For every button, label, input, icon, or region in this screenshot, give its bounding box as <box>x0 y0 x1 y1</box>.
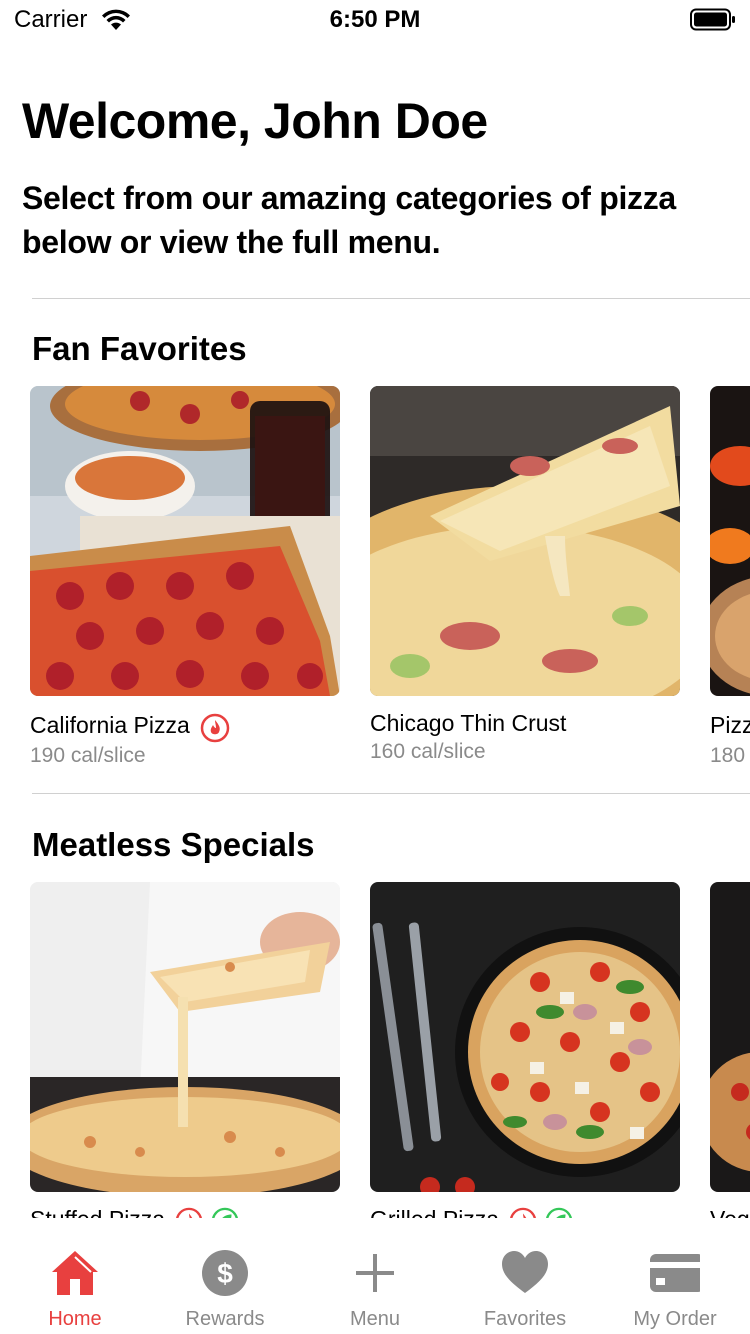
pizza-image <box>30 882 340 1192</box>
tab-menu[interactable]: Menu <box>300 1218 450 1334</box>
vegetarian-icon <box>211 1207 239 1218</box>
welcome-subtitle: Select from our amazing categories of pi… <box>22 180 676 260</box>
house-icon <box>50 1248 100 1298</box>
fan-favorites-carousel[interactable]: California Pizza 190 cal/slice Chicago T… <box>30 386 750 786</box>
pizza-calories: 190 cal/slice <box>30 744 146 767</box>
pizza-card-partial[interactable] <box>710 882 750 1192</box>
pizza-image <box>370 386 680 696</box>
pizza-image <box>710 882 750 1192</box>
pizza-image <box>370 882 680 1192</box>
pizza-name-row: California Pizza <box>30 712 230 742</box>
meatless-specials-carousel[interactable] <box>30 882 750 1220</box>
pizza-calories: 180 <box>710 744 746 767</box>
tab-favorites[interactable]: Favorites <box>450 1218 600 1334</box>
section-title-meatless-specials: Meatless Specials <box>32 826 315 863</box>
pizza-name: California Pizza <box>30 712 190 738</box>
pizza-name: Grilled Pizza <box>370 1206 499 1218</box>
tab-rewards[interactable]: $ Rewards <box>150 1218 300 1334</box>
divider <box>32 298 750 299</box>
pizza-name-row: Stuffed Pizza <box>30 1206 239 1218</box>
plus-icon <box>350 1248 400 1298</box>
pizza-name-row: Pizz <box>710 712 750 739</box>
pizza-name: Pizz <box>710 712 750 738</box>
clock: 6:50 PM <box>329 6 421 33</box>
pizza-name: Stuffed Pizza <box>30 1206 165 1218</box>
section-title-fan-favorites: Fan Favorites <box>32 330 247 367</box>
welcome-title: Welcome, John Doe <box>22 93 488 149</box>
spicy-icon <box>175 1207 203 1218</box>
tab-my-order[interactable]: My Order <box>600 1218 750 1334</box>
tab-home[interactable]: Home <box>0 1218 150 1334</box>
pizza-card-chicago-thin-crust[interactable]: Chicago Thin Crust 160 cal/slice <box>370 386 680 763</box>
pizza-card-stuffed[interactable] <box>30 882 340 1192</box>
tab-label: Menu <box>349 1308 401 1330</box>
tab-label: Home <box>48 1308 102 1330</box>
status-bar: Carrier 6:50 PM <box>0 0 750 40</box>
pizza-calories: 160 cal/slice <box>370 740 486 763</box>
pizza-image <box>710 386 750 696</box>
pizza-image <box>30 386 340 696</box>
tab-label: Rewards <box>185 1308 265 1330</box>
tab-label: My Order <box>633 1308 717 1330</box>
heart-icon <box>500 1248 550 1298</box>
spicy-icon <box>200 713 230 742</box>
pizza-name: Veg <box>710 1206 750 1218</box>
pizza-name-row: Grilled Pizza <box>370 1206 573 1218</box>
meatless-labels-clip: Stuffed Pizza Grilled Pizza Veg <box>30 1206 750 1218</box>
svg-text:$: $ <box>217 1258 233 1289</box>
dollar-circle-icon: $ <box>200 1248 250 1298</box>
divider <box>32 793 750 794</box>
credit-card-icon <box>650 1248 704 1298</box>
pizza-name: Chicago Thin Crust <box>370 710 567 736</box>
tab-label: Favorites <box>483 1308 567 1330</box>
battery-icon <box>690 8 735 31</box>
vegetarian-icon <box>545 1207 573 1218</box>
pizza-card-grilled[interactable] <box>370 882 680 1192</box>
pizza-card-california[interactable]: California Pizza 190 cal/slice <box>30 386 340 767</box>
tab-bar: Home $ Rewards Menu Favorites My Order <box>0 1218 750 1334</box>
pizza-card-partial[interactable]: Pizz 180 <box>710 386 750 767</box>
spicy-icon <box>509 1207 537 1218</box>
pizza-name-row: Chicago Thin Crust <box>370 710 566 737</box>
